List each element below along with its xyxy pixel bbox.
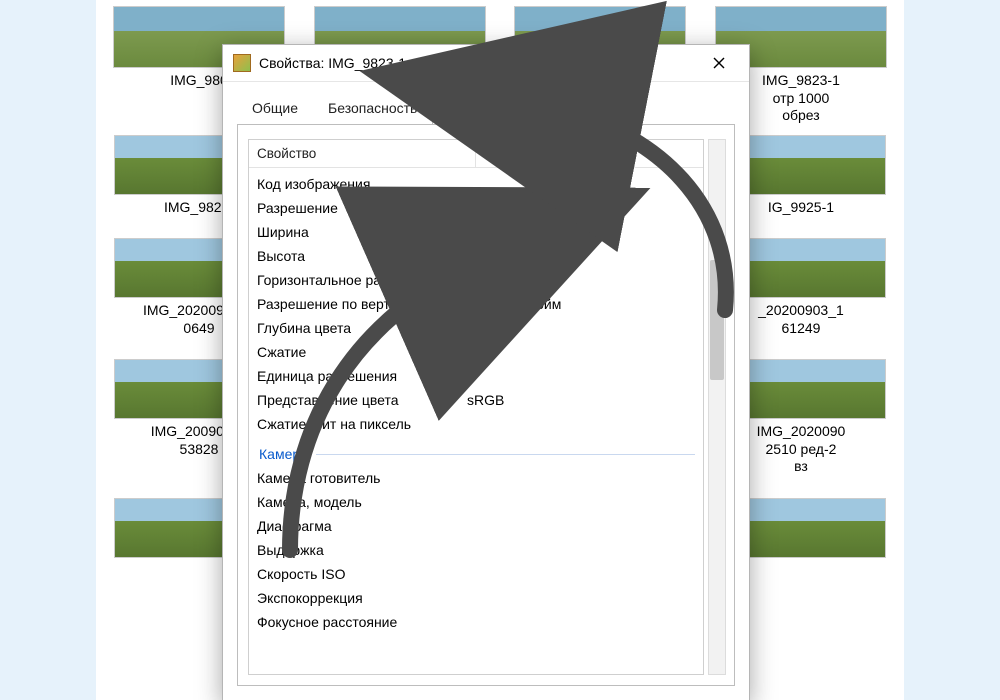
thumbnail-caption: _20200903_1 61249: [758, 302, 844, 337]
property-row[interactable]: Разрешение5184 x 3456: [257, 196, 695, 220]
tab-strip: Общие Безопасность Подробно: [223, 82, 749, 124]
property-list-box: Свойство Значение Код изображения Разреше…: [248, 139, 704, 675]
property-row[interactable]: Экспокоррекция: [257, 586, 695, 610]
property-row[interactable]: Глубина цвета4: [257, 316, 695, 340]
column-header-value[interactable]: Значение: [476, 140, 703, 167]
thumbnail-caption: IMG_2020090 2510 ред-2 вз: [757, 423, 846, 476]
property-row[interactable]: Сжатие: [257, 340, 695, 364]
property-row[interactable]: Диафрагма: [257, 514, 695, 538]
tab-general[interactable]: Общие: [237, 90, 313, 124]
property-row[interactable]: Фокусное расстояние: [257, 610, 695, 634]
property-value: 2: [467, 368, 695, 384]
property-value: 4: [467, 320, 695, 336]
property-value: 3456 пикселей: [467, 248, 695, 264]
property-name: Камера, модель: [257, 494, 467, 510]
property-value: точек на дюйм: [467, 272, 695, 288]
property-name: Единица разрешения: [257, 368, 467, 384]
property-name: Представление цвета: [257, 392, 467, 408]
property-name: Сжатие, бит на пиксель: [257, 416, 467, 432]
property-row[interactable]: Камера готовитель: [257, 466, 695, 490]
property-name: Ширина: [257, 224, 467, 240]
column-headers: Свойство Значение: [249, 140, 703, 168]
property-name: Сжатие: [257, 344, 467, 360]
property-name: Камера готовитель: [257, 470, 467, 486]
property-name: Фокусное расстояние: [257, 614, 467, 630]
property-name: Код изображения: [257, 176, 467, 192]
property-name: Горизонтальное разрешение: [257, 272, 467, 288]
dialog-title: Свойства: IMG_9823-1: [259, 55, 699, 71]
property-value: sRGB: [467, 392, 695, 408]
property-row[interactable]: Единица разрешения2: [257, 364, 695, 388]
properties-dialog: Свойства: IMG_9823-1 Общие Безопасность …: [222, 44, 750, 700]
thumbnail-caption: IG_9925-1: [768, 199, 834, 217]
property-value: 5184 x 3456: [467, 200, 695, 216]
property-name: Разрешение по вертикали: [257, 296, 467, 312]
tab-panel: Свойство Значение Код изображения Разреше…: [237, 124, 735, 686]
property-row[interactable]: Выдержка: [257, 538, 695, 562]
property-value: 5184 пикселей: [467, 224, 695, 240]
property-row[interactable]: Камера, модель: [257, 490, 695, 514]
property-row[interactable]: Код изображения: [257, 172, 695, 196]
thumbnail-caption: IMG_9823-1 отр 1000 обрез: [762, 72, 840, 125]
scrollbar-thumb[interactable]: [710, 260, 724, 380]
column-header-property[interactable]: Свойство: [249, 140, 476, 167]
app-icon: [233, 54, 251, 72]
property-row[interactable]: Сжатие, бит на пиксель: [257, 412, 695, 436]
property-row[interactable]: Представление цветаsRGB: [257, 388, 695, 412]
vertical-scrollbar[interactable]: [708, 139, 726, 675]
titlebar[interactable]: Свойства: IMG_9823-1: [223, 45, 749, 82]
property-list: Код изображенияРазрешение5184 x 3456Шири…: [249, 168, 703, 642]
section-rule: [316, 454, 695, 455]
property-name: Экспокоррекция: [257, 590, 467, 606]
property-row[interactable]: Скорость ISO: [257, 562, 695, 586]
thumbnail-caption: IMG_980: [170, 72, 228, 90]
property-row[interactable]: Разрешение по вертикалиточек на дюйм: [257, 292, 695, 316]
property-name: Высота: [257, 248, 467, 264]
property-row[interactable]: Горизонтальное разрешениеточек на дюйм: [257, 268, 695, 292]
section-header-camera: Камера: [257, 436, 695, 466]
tab-security[interactable]: Безопасность: [313, 90, 432, 124]
property-name: Выдержка: [257, 542, 467, 558]
close-button[interactable]: [699, 49, 739, 77]
property-row[interactable]: Ширина5184 пикселей: [257, 220, 695, 244]
property-name: Разрешение: [257, 200, 467, 216]
property-name: Глубина цвета: [257, 320, 467, 336]
tab-details[interactable]: Подробно: [432, 91, 527, 125]
property-name: Диафрагма: [257, 518, 467, 534]
property-row[interactable]: Высота3456 пикселей: [257, 244, 695, 268]
property-name: Скорость ISO: [257, 566, 467, 582]
section-label: Камера: [259, 446, 308, 462]
close-icon: [713, 57, 725, 69]
stage: IMG_980 IMG_9823-1 отр 1000 обрез IMG_98…: [0, 0, 1000, 700]
property-value: точек на дюйм: [467, 296, 695, 312]
